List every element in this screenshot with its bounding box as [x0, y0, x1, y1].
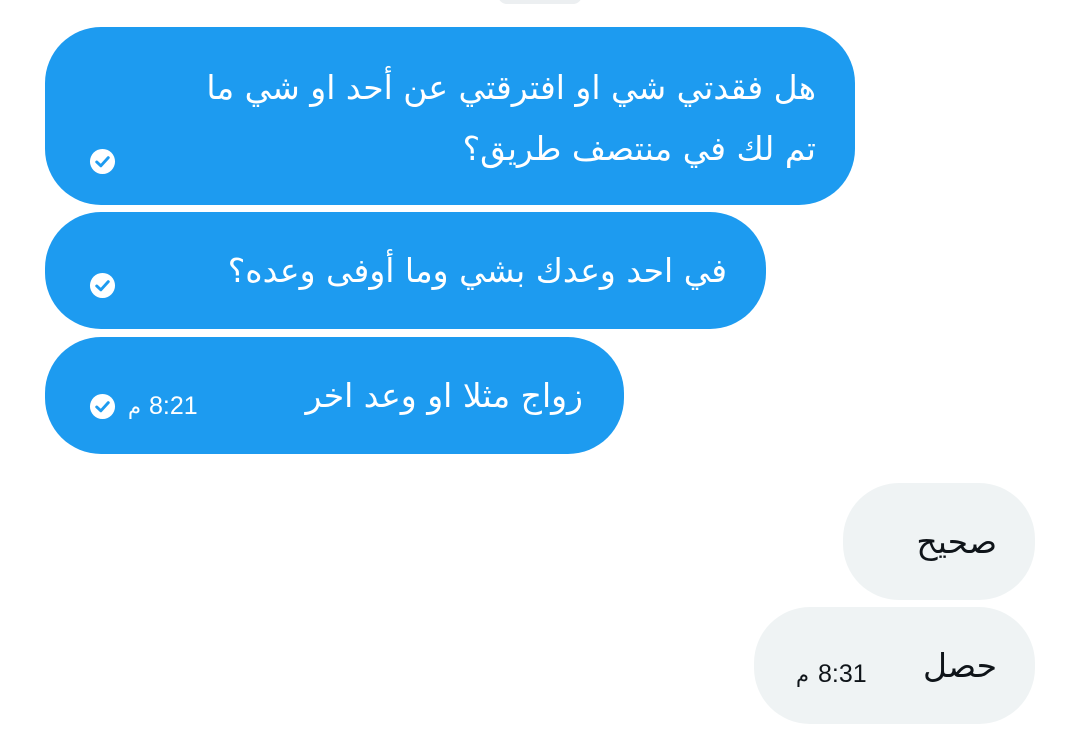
time-period: م [796, 662, 810, 687]
check-circle-icon [89, 393, 116, 420]
message-meta [89, 272, 116, 299]
message-text: زواج مثلا او وعد اخر [305, 376, 583, 415]
sent-message-1[interactable]: هل فقدتي شي او افترقتي عن أحد او شي ما ت… [45, 27, 855, 205]
received-message-1[interactable]: صحيح [843, 483, 1035, 600]
check-circle-icon [89, 148, 116, 175]
received-message-2[interactable]: حصل م 8:31 [754, 607, 1035, 724]
check-circle-icon [89, 272, 116, 299]
previous-message-edge [498, 0, 582, 4]
sent-message-3[interactable]: زواج مثلا او وعد اخر م 8:21 [45, 337, 624, 454]
message-text: صحيح [916, 522, 997, 561]
message-text-line-2: تم لك في منتصف طريق؟ [462, 129, 816, 168]
message-meta: م 8:21 [89, 392, 198, 421]
message-text: في احد وعدك بشي وما أوفى وعده؟ [227, 251, 727, 290]
time-period: م [128, 394, 142, 419]
sent-message-2[interactable]: في احد وعدك بشي وما أوفى وعده؟ [45, 212, 766, 329]
message-text: حصل [922, 646, 997, 685]
message-text-line-1: هل فقدتي شي او افترقتي عن أحد او شي ما [206, 68, 816, 107]
message-meta [89, 148, 116, 175]
message-meta: م 8:31 [796, 660, 867, 689]
message-time: 8:21 [149, 392, 198, 420]
message-time: 8:31 [818, 660, 867, 688]
